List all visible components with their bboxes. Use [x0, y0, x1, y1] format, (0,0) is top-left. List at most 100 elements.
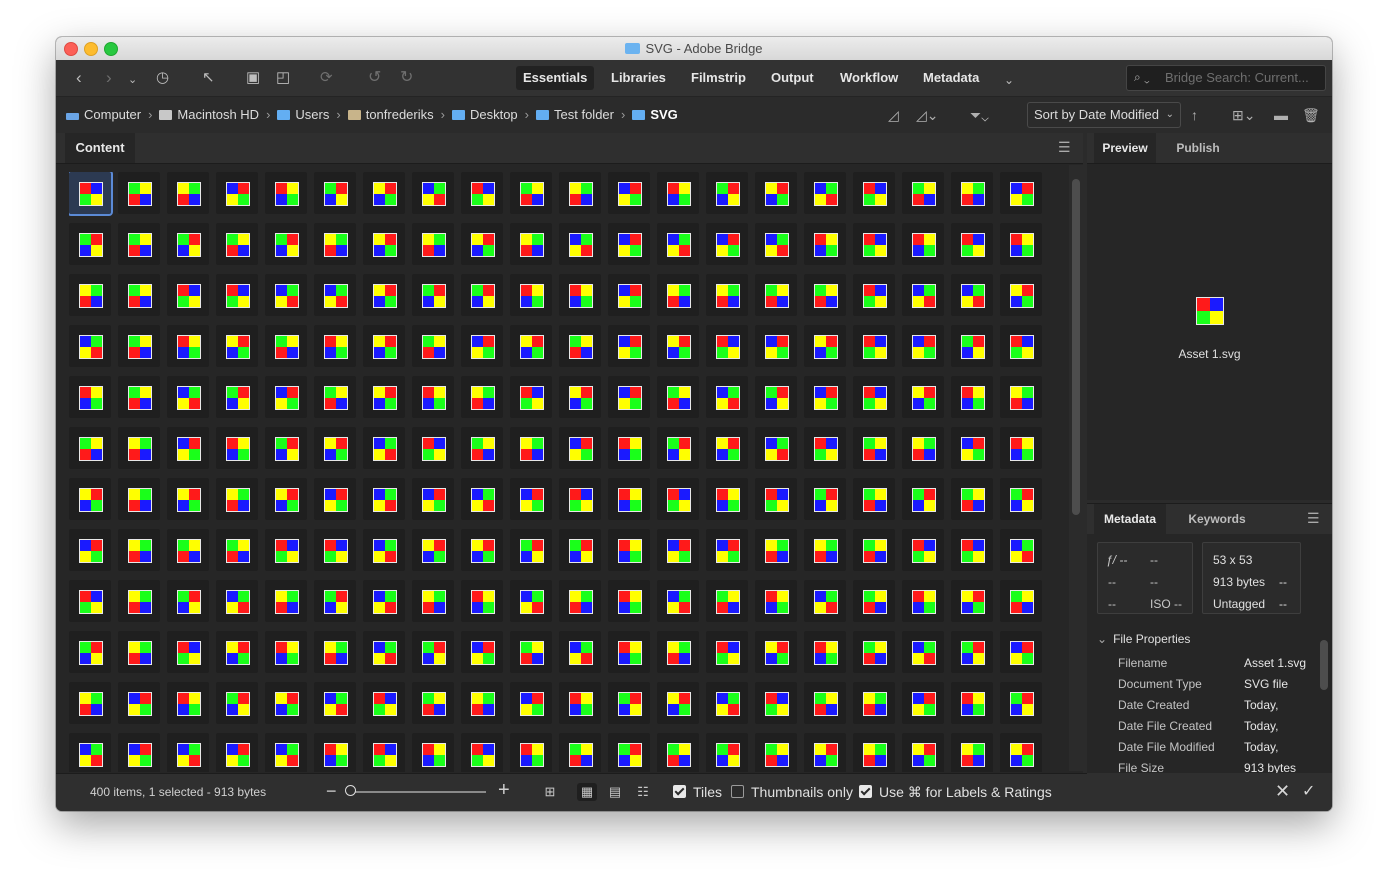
thumbnail-tile[interactable] [412, 631, 454, 673]
thumbnail-tile[interactable] [412, 580, 454, 622]
thumbnail-tile[interactable] [510, 223, 552, 265]
thumbnail-tile[interactable] [69, 631, 111, 673]
thumbnail-tile[interactable] [510, 682, 552, 724]
thumbnail-tile[interactable] [951, 376, 993, 418]
breadcrumb-users[interactable]: Users [277, 107, 329, 122]
slider-handle[interactable] [345, 785, 356, 796]
thumbnails-only-checkbox[interactable]: Thumbnails only [731, 784, 853, 800]
thumbnail-tile[interactable] [363, 274, 405, 316]
thumbnail-tile[interactable] [69, 682, 111, 724]
thumbnail-tile[interactable] [804, 172, 846, 214]
search-field[interactable]: ⌕ ⌄ Bridge Search: Current... [1126, 65, 1326, 91]
thumbnail-tile[interactable] [755, 580, 797, 622]
thumbnail-tile[interactable] [363, 580, 405, 622]
thumbnail-tile[interactable] [314, 325, 356, 367]
thumbnail-tile[interactable] [951, 223, 993, 265]
thumbnail-tile[interactable] [265, 478, 307, 520]
thumbnail-tile[interactable] [314, 376, 356, 418]
preview-thumbnail[interactable] [1196, 297, 1224, 325]
thumbnail-tile[interactable] [755, 682, 797, 724]
thumbnail-tile[interactable] [657, 223, 699, 265]
thumbnail-tile[interactable] [1000, 325, 1042, 367]
thumbnail-tile[interactable] [853, 376, 895, 418]
thumbnail-tile[interactable] [853, 631, 895, 673]
breadcrumb-desktop[interactable]: Desktop [451, 107, 518, 122]
thumbnail-tile[interactable] [755, 376, 797, 418]
thumbnail-tile[interactable] [902, 580, 944, 622]
thumbnail-tile[interactable] [853, 529, 895, 571]
thumbnail-tile[interactable] [167, 427, 209, 469]
thumbnail-tile[interactable] [951, 325, 993, 367]
thumbnail-tile[interactable] [118, 682, 160, 724]
thumbnail-tile[interactable] [461, 376, 503, 418]
thumbnail-tile[interactable] [510, 631, 552, 673]
thumbnail-tile[interactable] [216, 274, 258, 316]
thumbnail-tile[interactable] [69, 223, 111, 265]
workspace-tab-essentials[interactable]: Essentials [516, 66, 595, 90]
thumbnail-tile[interactable] [510, 172, 552, 214]
thumbnail-tile[interactable] [951, 172, 993, 214]
filter-icon[interactable]: ⏷⌄ [970, 107, 989, 124]
thumbnail-tile[interactable] [902, 274, 944, 316]
thumbnail-tile[interactable] [510, 274, 552, 316]
thumbnail-tile[interactable] [1000, 274, 1042, 316]
new-folder-icon[interactable]: ▬ [1274, 107, 1288, 123]
thumbnail-tile[interactable] [608, 631, 650, 673]
thumbnail-tile[interactable] [265, 325, 307, 367]
thumbnail-tile[interactable] [69, 427, 111, 469]
thumbnail-tile[interactable] [559, 223, 601, 265]
thumbnail-tile[interactable] [657, 376, 699, 418]
thumbnail-tile[interactable] [167, 274, 209, 316]
thumbnail-tile[interactable] [951, 529, 993, 571]
thumbnail-tile[interactable] [902, 682, 944, 724]
thumbnail-tile[interactable] [608, 682, 650, 724]
thumbnail-tile[interactable] [314, 427, 356, 469]
workspace-tab-filmstrip[interactable]: Filmstrip [684, 66, 753, 90]
thumbnail-tile[interactable] [412, 733, 454, 772]
metadata-scrollbar[interactable] [1320, 626, 1328, 772]
thumbnail-tile[interactable] [804, 631, 846, 673]
sort-dropdown[interactable]: Sort by Date Modified ⌄ [1027, 102, 1181, 128]
thumbnail-tile[interactable] [412, 274, 454, 316]
zoom-out-icon[interactable]: − [326, 781, 337, 802]
thumbnail-tile[interactable] [902, 325, 944, 367]
thumbnail-tile[interactable] [265, 172, 307, 214]
apply-icon[interactable]: ✓ [1302, 781, 1315, 801]
thumbnail-tile[interactable] [608, 733, 650, 772]
thumbnail-tile[interactable] [69, 529, 111, 571]
thumbnail-tile[interactable] [510, 427, 552, 469]
thumbnail-tile[interactable] [167, 631, 209, 673]
thumbnail-tile[interactable] [755, 733, 797, 772]
thumbnail-tile[interactable] [804, 733, 846, 772]
thumbnail-tile[interactable] [1000, 733, 1042, 772]
thumbnail-tile[interactable] [608, 376, 650, 418]
labels-ratings-checkbox[interactable]: Use ⌘ for Labels & Ratings [859, 784, 1052, 801]
thumbnail-tile[interactable] [951, 733, 993, 772]
tab-publish[interactable]: Publish [1166, 133, 1230, 163]
thumbnail-tile[interactable] [559, 478, 601, 520]
thumbnail-tile[interactable] [412, 325, 454, 367]
thumbnail-tile[interactable] [853, 325, 895, 367]
thumbnail-tile[interactable] [706, 529, 748, 571]
sort-direction-icon[interactable]: ↑ [1191, 107, 1198, 123]
thumbnail-tile[interactable] [559, 529, 601, 571]
breadcrumb-test-folder[interactable]: Test folder [536, 107, 614, 122]
thumbnail-tile[interactable] [461, 733, 503, 772]
thumbnail-tile[interactable] [314, 631, 356, 673]
thumbnail-tile[interactable] [167, 733, 209, 772]
thumbnail-tile[interactable] [167, 682, 209, 724]
thumbnail-tile[interactable] [216, 478, 258, 520]
thumbnail-tile[interactable] [804, 325, 846, 367]
thumbnail-tile[interactable] [755, 631, 797, 673]
thumbnail-tile[interactable] [118, 733, 160, 772]
thumbnail-tile[interactable] [902, 427, 944, 469]
panel-menu-icon[interactable]: ☰ [1058, 140, 1071, 154]
thumbnail-tile[interactable] [118, 172, 160, 214]
thumbnail-tile[interactable] [902, 172, 944, 214]
thumbnail-tile[interactable] [755, 325, 797, 367]
breadcrumb-macintosh-hd[interactable]: Macintosh HD [159, 107, 259, 122]
thumbnail-tile[interactable] [363, 223, 405, 265]
thumbnail-tile[interactable] [461, 274, 503, 316]
thumbnail-tile[interactable] [1000, 529, 1042, 571]
thumbnail-tile[interactable] [216, 580, 258, 622]
